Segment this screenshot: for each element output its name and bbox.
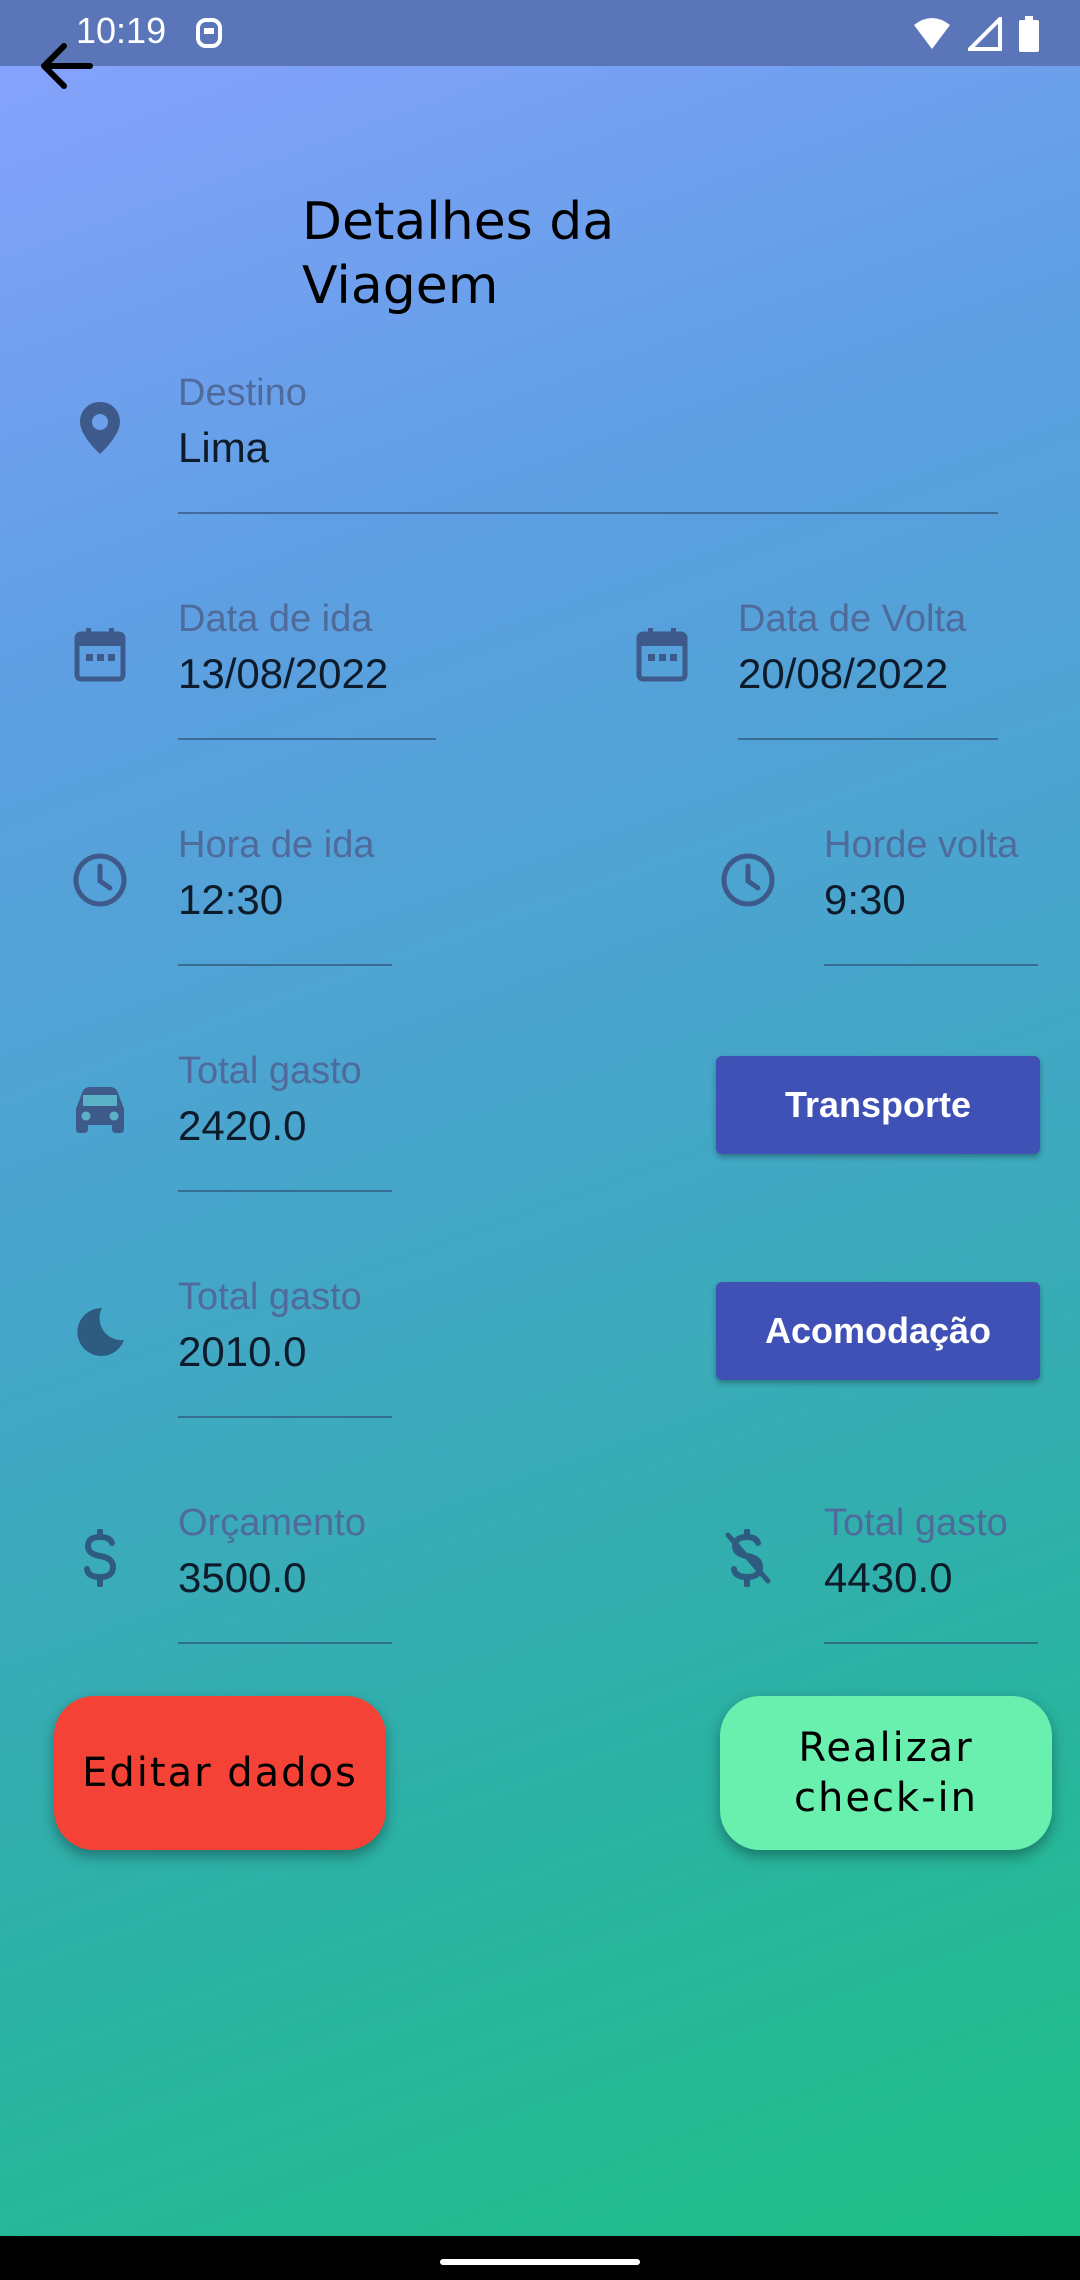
acomodacao-total-field[interactable]: Total gasto 2010.0 bbox=[178, 1274, 392, 1418]
calendar-icon bbox=[632, 624, 692, 684]
signal-icon bbox=[968, 17, 1002, 51]
hora-ida-value: 12:30 bbox=[178, 876, 284, 923]
arrow-back-icon bbox=[41, 43, 93, 89]
transporte-total-underline bbox=[178, 1190, 392, 1192]
transporte-button[interactable]: Transporte bbox=[716, 1056, 1040, 1154]
data-volta-underline bbox=[738, 738, 998, 740]
transporte-total-field[interactable]: Total gasto 2420.0 bbox=[178, 1048, 392, 1192]
total-gasto-value: 4430.0 bbox=[824, 1554, 953, 1601]
status-bar: 10:19 bbox=[0, 0, 1080, 66]
calendar-icon bbox=[70, 624, 130, 684]
hora-ida-field[interactable]: Hora de ida 12:30 bbox=[178, 822, 392, 966]
data-ida-underline bbox=[178, 738, 436, 740]
acomodacao-total-underline bbox=[178, 1416, 392, 1418]
dollar-icon bbox=[70, 1528, 130, 1588]
acomodacao-total-label: Total gasto bbox=[178, 1276, 362, 1318]
orcamento-label: Orçamento bbox=[178, 1502, 366, 1544]
battery-icon bbox=[1019, 16, 1039, 52]
data-ida-label: Data de ida bbox=[178, 598, 373, 640]
transporte-total-label: Total gasto bbox=[178, 1050, 362, 1092]
wifi-icon bbox=[914, 18, 950, 49]
hora-volta-label: Horde volta bbox=[824, 824, 1019, 866]
orcamento-underline bbox=[178, 1642, 392, 1644]
status-icons bbox=[912, 14, 1040, 54]
hora-volta-value: 9:30 bbox=[824, 876, 906, 923]
data-ida-field[interactable]: Data de ida 13/08/2022 bbox=[178, 596, 436, 740]
moon-icon bbox=[70, 1302, 130, 1362]
transporte-total-value: 2420.0 bbox=[178, 1102, 307, 1149]
acomodacao-total-value: 2010.0 bbox=[178, 1328, 307, 1375]
total-gasto-underline bbox=[824, 1642, 1038, 1644]
car-icon bbox=[70, 1080, 130, 1140]
notification-icon bbox=[194, 14, 224, 50]
location-pin-icon bbox=[70, 398, 130, 458]
destino-value: Lima bbox=[178, 424, 270, 471]
hora-ida-underline bbox=[178, 964, 392, 966]
hora-volta-field[interactable]: Horde volta 9:30 bbox=[824, 822, 1038, 966]
navigation-bar bbox=[0, 2236, 1080, 2280]
total-gasto-field[interactable]: Total gasto 4430.0 bbox=[824, 1500, 1038, 1644]
destino-label: Destino bbox=[178, 372, 307, 414]
page-title: Detalhes da Viagem bbox=[302, 192, 615, 316]
orcamento-field[interactable]: Orçamento 3500.0 bbox=[178, 1500, 392, 1644]
data-ida-value: 13/08/2022 bbox=[178, 650, 389, 697]
back-button[interactable] bbox=[30, 30, 102, 102]
acomodacao-button[interactable]: Acomodação bbox=[716, 1282, 1040, 1380]
total-gasto-label: Total gasto bbox=[824, 1502, 1008, 1544]
home-gesture-handle[interactable] bbox=[440, 2259, 640, 2265]
checkin-button[interactable]: Realizar check-in bbox=[720, 1696, 1052, 1850]
data-volta-field[interactable]: Data de Volta 20/08/2022 bbox=[738, 596, 998, 740]
hora-ida-label: Hora de ida bbox=[178, 824, 375, 866]
orcamento-value: 3500.0 bbox=[178, 1554, 307, 1601]
destino-field[interactable]: Destino Lima bbox=[178, 370, 998, 514]
data-volta-label: Data de Volta bbox=[738, 598, 967, 640]
hora-volta-underline bbox=[824, 964, 1038, 966]
data-volta-value: 20/08/2022 bbox=[738, 650, 949, 697]
edit-data-button[interactable]: Editar dados bbox=[54, 1696, 386, 1850]
destino-underline bbox=[178, 512, 998, 514]
money-off-icon bbox=[718, 1528, 778, 1588]
clock-icon bbox=[70, 850, 130, 910]
clock-icon bbox=[718, 850, 778, 910]
